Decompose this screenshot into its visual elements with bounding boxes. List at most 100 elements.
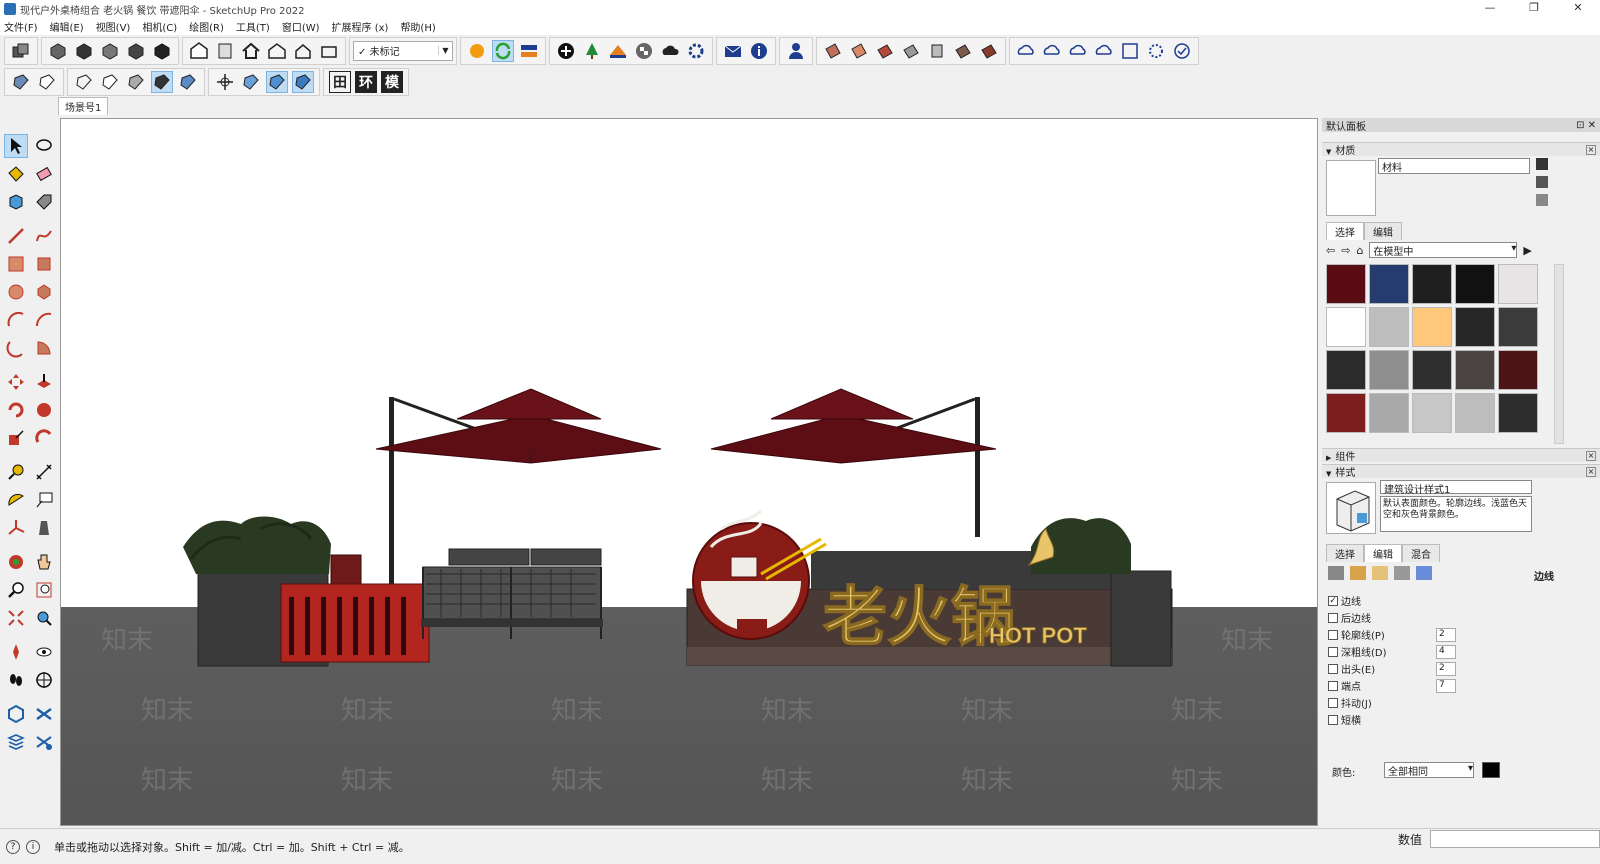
sandbox-grid-icon[interactable]: [848, 40, 870, 62]
cloud-sync-icon[interactable]: [1093, 40, 1115, 62]
cloud-download-icon[interactable]: [1067, 40, 1089, 62]
trimble-icon[interactable]: [466, 40, 488, 62]
drape-icon[interactable]: [926, 40, 948, 62]
tape-measure-icon[interactable]: [4, 460, 28, 484]
tree-icon[interactable]: [581, 40, 603, 62]
material-swatch[interactable]: [1455, 393, 1495, 433]
tab-style-select[interactable]: 选择: [1326, 544, 1364, 562]
info-icon[interactable]: [748, 40, 770, 62]
circle-icon[interactable]: [4, 280, 28, 304]
tag-icon[interactable]: [32, 190, 56, 214]
edge-option-value[interactable]: 2: [1436, 661, 1456, 676]
minimize-button[interactable]: —: [1468, 0, 1512, 18]
menu-view[interactable]: 视图(V): [96, 19, 131, 34]
protractor-icon[interactable]: [4, 488, 28, 512]
library-select[interactable]: 在模型中 ▾: [1369, 242, 1518, 258]
fullscreen-icon[interactable]: [1119, 40, 1141, 62]
scale-icon[interactable]: [4, 426, 28, 450]
section-plane-icon[interactable]: [214, 71, 236, 93]
menu-file[interactable]: 文件(F): [4, 19, 38, 34]
top-view-icon[interactable]: [73, 40, 95, 62]
material-swatch[interactable]: [1412, 393, 1452, 433]
xray-icon[interactable]: [10, 71, 32, 93]
user-icon[interactable]: [785, 40, 807, 62]
eraser-icon[interactable]: [32, 162, 56, 186]
material-swatch[interactable]: [1369, 350, 1409, 390]
material-swatch[interactable]: [1326, 307, 1366, 347]
edge-option-checkbox[interactable]: [1328, 629, 1338, 640]
dimension-icon[interactable]: [32, 460, 56, 484]
style-name-field[interactable]: 建筑设计样式1: [1380, 480, 1532, 496]
model-viewport[interactable]: 知末 知末 知末 知末 知末 知末 知末 知末 知末 知末 知末 知末 知末 知…: [60, 118, 1318, 826]
section-fill-icon[interactable]: [292, 70, 314, 93]
menu-draw[interactable]: 绘图(R): [189, 19, 224, 34]
outer-shell-icon[interactable]: [4, 702, 28, 726]
three-point-arc-icon[interactable]: [4, 336, 28, 360]
materials-header[interactable]: ▼ 材质 ×: [1322, 142, 1600, 157]
house-icon[interactable]: [266, 40, 288, 62]
tab-style-edit[interactable]: 编辑: [1364, 544, 1402, 562]
component-icon[interactable]: [214, 40, 236, 62]
edge-color-select[interactable]: 全部相同 ▾: [1384, 762, 1474, 778]
menu-tools[interactable]: 工具(T): [236, 19, 270, 34]
material-icon[interactable]: [607, 40, 629, 62]
home-icon[interactable]: [240, 40, 262, 62]
edge-option-checkbox[interactable]: [1328, 612, 1338, 623]
tag-select[interactable]: ✓ 未标记 ▼: [353, 40, 453, 61]
menu-camera[interactable]: 相机(C): [142, 19, 177, 34]
add-detail-icon[interactable]: [952, 40, 974, 62]
zoom-extents-icon[interactable]: [4, 606, 28, 630]
background-settings-icon[interactable]: [1372, 566, 1388, 580]
material-swatch[interactable]: [1455, 350, 1495, 390]
transfer-icon[interactable]: [518, 40, 540, 62]
union-icon[interactable]: [4, 730, 28, 754]
monochrome-icon[interactable]: [177, 71, 199, 93]
add-icon[interactable]: [555, 40, 577, 62]
material-swatch[interactable]: [1412, 307, 1452, 347]
section-plane-tool-icon[interactable]: [32, 668, 56, 692]
tab-scene-1[interactable]: 场景号1: [58, 97, 109, 115]
style-description[interactable]: 默认表面颜色。轮廓边线。浅蓝色天空和灰色背景颜色。: [1380, 496, 1532, 532]
shaded-icon[interactable]: [125, 71, 147, 93]
material-swatch[interactable]: [1498, 393, 1538, 433]
material-swatch[interactable]: [1498, 307, 1538, 347]
restore-button[interactable]: ❐: [1512, 0, 1556, 18]
material-swatch[interactable]: [1412, 350, 1452, 390]
material-swatch[interactable]: [1326, 393, 1366, 433]
table-icon[interactable]: 田: [329, 70, 351, 93]
sample-paint-icon[interactable]: [1536, 194, 1548, 206]
edge-option-checkbox[interactable]: [1328, 663, 1338, 674]
section-display-icon[interactable]: [240, 71, 262, 93]
geo-location-icon[interactable]: ?: [6, 839, 20, 854]
look-around-icon[interactable]: [32, 640, 56, 664]
gear-icon[interactable]: [685, 40, 707, 62]
edge-option-value[interactable]: 7: [1436, 678, 1456, 693]
create-material-icon[interactable]: [1536, 158, 1548, 170]
flip-edge-icon[interactable]: [978, 40, 1000, 62]
model-icon[interactable]: 模: [381, 70, 403, 93]
make-component-icon[interactable]: [4, 190, 28, 214]
default-material-icon[interactable]: [1536, 176, 1548, 188]
zoom-window-icon[interactable]: [32, 578, 56, 602]
hidden-line-icon[interactable]: [99, 71, 121, 93]
forward-arrow-icon[interactable]: ⇨: [1341, 244, 1350, 257]
pie-icon[interactable]: [32, 336, 56, 360]
3d-text-icon[interactable]: [32, 516, 56, 540]
shaded-textures-icon[interactable]: [151, 70, 173, 93]
material-swatch[interactable]: [1455, 307, 1495, 347]
refresh-icon[interactable]: [492, 39, 514, 62]
select-icon[interactable]: [4, 134, 28, 158]
menu-window[interactable]: 窗口(W): [282, 19, 320, 34]
right-view-icon[interactable]: [125, 40, 147, 62]
subtract-icon[interactable]: [32, 730, 56, 754]
swatch-scrollbar[interactable]: [1554, 264, 1564, 444]
box-open-icon[interactable]: [318, 40, 340, 62]
edge-option-checkbox[interactable]: [1328, 714, 1338, 725]
menu-edit[interactable]: 编辑(E): [50, 19, 84, 34]
material-swatch[interactable]: [1412, 264, 1452, 304]
edge-option-checkbox[interactable]: [1328, 646, 1338, 657]
modeling-settings-icon[interactable]: [1416, 566, 1432, 580]
arc-icon[interactable]: [4, 308, 28, 332]
watermark-settings-icon[interactable]: [1394, 566, 1410, 580]
menu-help[interactable]: 帮助(H): [400, 19, 435, 34]
